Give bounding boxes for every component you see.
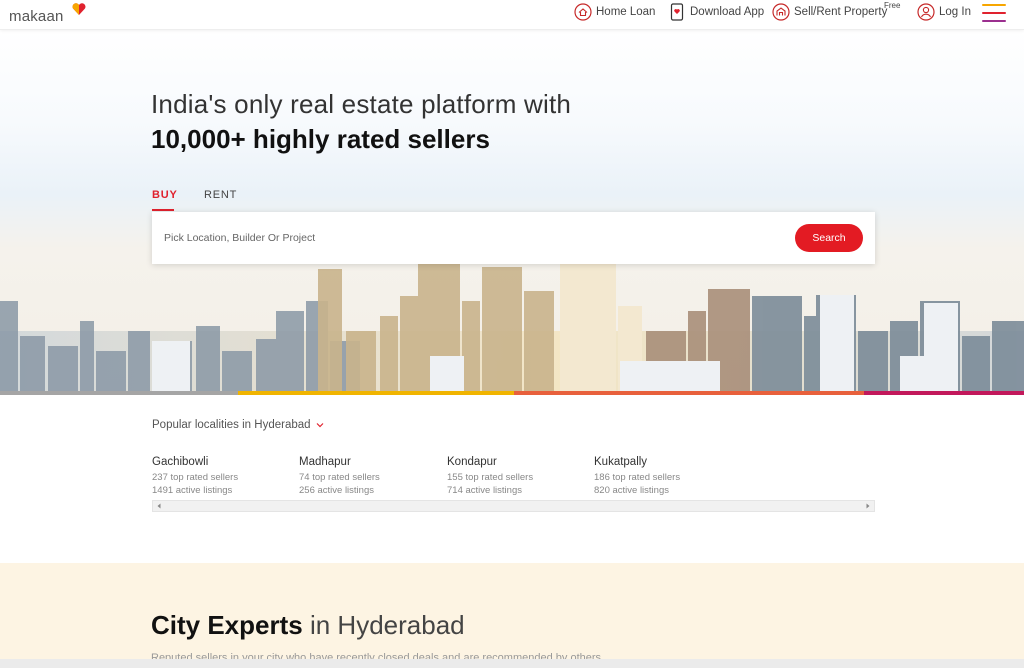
user-icon xyxy=(917,3,935,21)
horizontal-scrollbar[interactable] xyxy=(152,500,875,512)
popular-localities-dropdown[interactable]: Popular localities in Hyderabad xyxy=(152,419,324,431)
logo-text: makaan xyxy=(9,8,64,25)
search-box: Search xyxy=(152,212,875,264)
locality-name: Madhapur xyxy=(299,456,351,468)
locality-name: Kukatpally xyxy=(594,456,648,468)
strip-segment xyxy=(238,391,514,395)
hero-headline-line2: 10,000+ highly rated sellers xyxy=(151,124,490,154)
mobile-phone-icon xyxy=(668,3,686,21)
locality-name: Gachibowli xyxy=(152,456,209,468)
locality-sellers: 237 top rated sellers xyxy=(152,472,239,483)
hero-headline-line1: India's only real estate platform with xyxy=(151,89,572,119)
locality-listings: 714 active listings xyxy=(447,485,522,496)
hero-section: India's only real estate platform with 1… xyxy=(0,31,1024,394)
locality-listings: 1491 active listings xyxy=(152,485,233,496)
hamburger-menu-icon[interactable] xyxy=(982,3,1006,23)
download-app-link[interactable]: Download App xyxy=(668,3,764,21)
locality-listings: 820 active listings xyxy=(594,485,669,496)
heart-icon xyxy=(72,3,86,15)
home-loan-icon xyxy=(574,3,592,21)
hamburger-line xyxy=(982,4,1006,6)
sell-rent-label: Sell/Rent Property xyxy=(794,6,888,18)
strip-segment xyxy=(0,391,238,395)
scroll-right-arrow-icon[interactable] xyxy=(864,502,872,510)
sell-rent-property-link[interactable]: Sell/Rent Property xyxy=(772,3,887,21)
login-link[interactable]: Log In xyxy=(917,3,971,21)
locality-name: Kondapur xyxy=(447,456,497,468)
locality-card[interactable]: Gachibowli 237 top rated sellers 1491 ac… xyxy=(152,456,292,497)
popular-localities-title: Popular localities in Hyderabad xyxy=(152,419,311,431)
chevron-down-icon xyxy=(316,423,323,428)
top-header: makaan Home Loan Download App Sell/Rent … xyxy=(0,0,1024,30)
login-label: Log In xyxy=(939,6,971,18)
city-experts-title-rest: in Hyderabad xyxy=(309,610,465,640)
city-experts-section: City Experts in Hyderabad Reputed seller… xyxy=(0,563,1024,668)
city-skyline-image xyxy=(0,261,1024,394)
strip-segment xyxy=(864,391,1024,395)
locality-card[interactable]: Madhapur 74 top rated sellers 256 active… xyxy=(299,456,439,497)
locality-card[interactable]: Kondapur 155 top rated sellers 714 activ… xyxy=(447,456,587,497)
scroll-left-arrow-icon[interactable] xyxy=(155,502,163,510)
hamburger-line xyxy=(982,20,1006,22)
home-loan-link[interactable]: Home Loan xyxy=(574,3,655,21)
locality-listings: 256 active listings xyxy=(299,485,374,496)
home-loan-label: Home Loan xyxy=(596,6,656,18)
locality-sellers: 155 top rated sellers xyxy=(447,472,534,483)
search-button[interactable]: Search xyxy=(795,224,863,252)
locality-sellers: 74 top rated sellers xyxy=(299,472,380,483)
free-tag: Free xyxy=(884,1,901,10)
locality-card[interactable]: Kukatpally 186 top rated sellers 820 act… xyxy=(594,456,734,497)
active-tab-indicator xyxy=(152,209,174,211)
location-search-input[interactable] xyxy=(164,226,784,250)
strip-segment xyxy=(514,391,864,395)
makaan-logo[interactable]: makaan xyxy=(9,3,86,25)
sell-property-icon xyxy=(772,3,790,21)
city-experts-title-bold: City Experts xyxy=(151,610,303,640)
tab-rent[interactable]: RENT xyxy=(204,189,237,201)
bottom-scrollbar[interactable] xyxy=(0,659,1024,668)
hamburger-line xyxy=(982,12,1006,14)
brand-color-strip xyxy=(0,391,1024,395)
city-experts-title: City Experts in Hyderabad xyxy=(151,610,465,641)
download-app-label: Download App xyxy=(690,6,765,18)
locality-sellers: 186 top rated sellers xyxy=(594,472,681,483)
tab-buy[interactable]: BUY xyxy=(152,189,178,201)
